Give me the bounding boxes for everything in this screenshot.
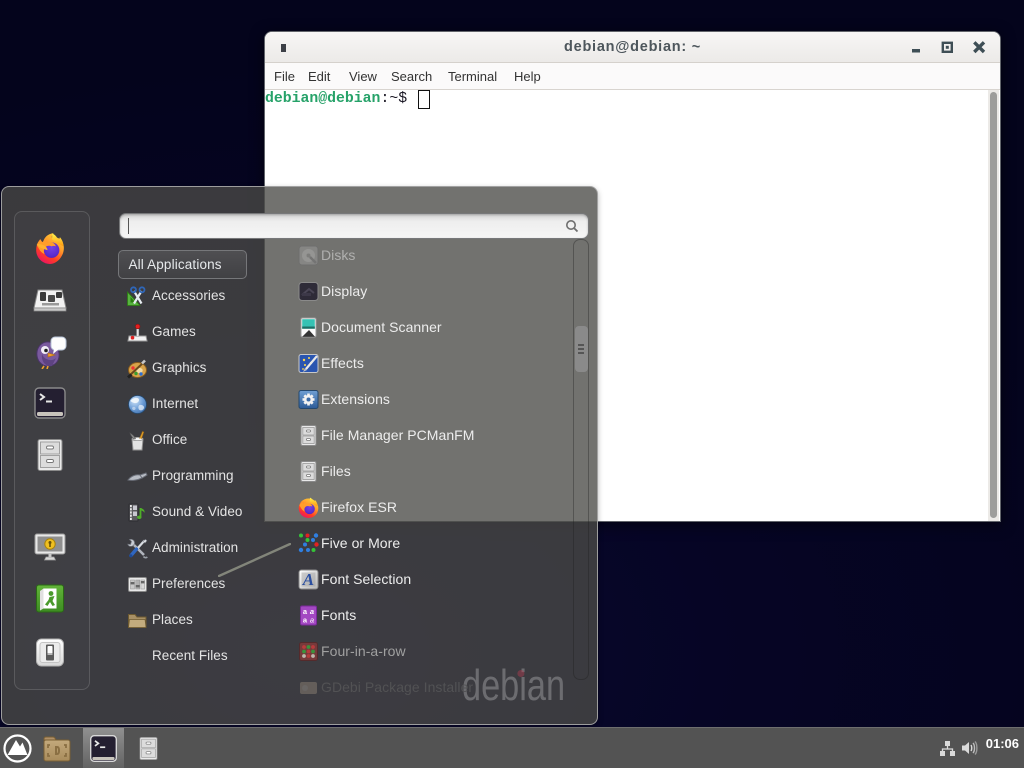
svg-text:A: A xyxy=(302,570,314,589)
svg-text:a: a xyxy=(310,616,314,625)
